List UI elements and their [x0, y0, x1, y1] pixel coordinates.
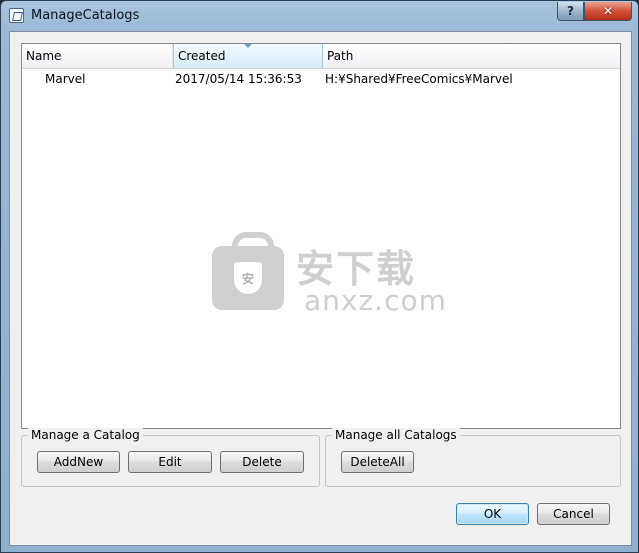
cell-name: Marvel [45, 72, 86, 86]
title-bar[interactable]: ManageCatalogs ? ✕ [1, 1, 638, 31]
watermark-domain-text: anxz.com [304, 284, 447, 317]
delete-button[interactable]: Delete [220, 451, 304, 473]
edit-button[interactable]: Edit [128, 451, 212, 473]
sort-descending-icon [244, 44, 252, 48]
manage-catalogs-window: ManageCatalogs ? ✕ Name Created Path Mar… [0, 0, 639, 553]
delete-all-button[interactable]: DeleteAll [341, 451, 414, 473]
app-icon [9, 8, 24, 23]
catalog-list[interactable]: Name Created Path Marvel 2017/05/14 15:3… [21, 43, 621, 429]
window-title: ManageCatalogs [31, 8, 140, 23]
cell-created: 2017/05/14 15:36:53 [175, 72, 302, 86]
table-row[interactable]: Marvel 2017/05/14 15:36:53 H:¥Shared¥Fre… [22, 69, 620, 89]
ok-button[interactable]: OK [456, 503, 529, 525]
manage-all-catalogs-label: Manage all Catalogs [332, 428, 460, 442]
column-header-path[interactable]: Path [323, 44, 622, 68]
shopping-bag-icon: 安 [212, 232, 284, 310]
dialog-client-area: Name Created Path Marvel 2017/05/14 15:3… [9, 31, 632, 546]
column-header-created-label: Created [178, 49, 226, 63]
cancel-button[interactable]: Cancel [537, 503, 610, 525]
add-new-button[interactable]: AddNew [37, 451, 120, 473]
help-button[interactable]: ? [557, 2, 584, 21]
list-header: Name Created Path [22, 44, 620, 69]
column-header-name[interactable]: Name [22, 44, 173, 68]
watermark-logo: 安 安下载 anxz.com [212, 232, 446, 324]
close-button[interactable]: ✕ [584, 2, 632, 21]
manage-a-catalog-label: Manage a Catalog [28, 428, 143, 442]
shield-icon: 安 [234, 262, 262, 294]
manage-all-catalogs-group: Manage all Catalogs DeleteAll [325, 428, 621, 487]
column-header-created[interactable]: Created [173, 44, 323, 68]
cell-path: H:¥Shared¥FreeComics¥Marvel [325, 72, 513, 86]
manage-a-catalog-group: Manage a Catalog AddNew Edit Delete [21, 428, 320, 487]
